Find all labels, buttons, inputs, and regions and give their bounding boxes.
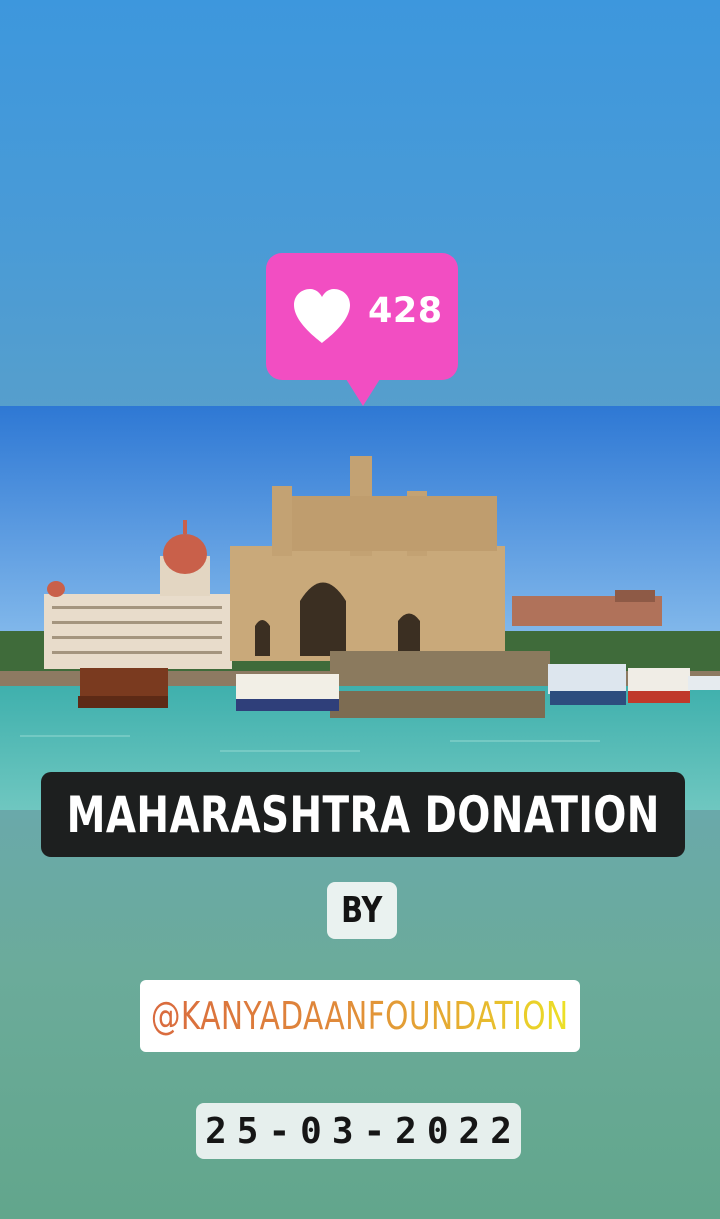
mention-sticker[interactable]: @KANYADAANFOUNDATION — [140, 980, 580, 1052]
title-text: MAHARASHTRA DONATION — [66, 785, 660, 844]
date-sticker[interactable]: 25-03-2022 — [196, 1103, 521, 1159]
title-sticker[interactable]: MAHARASHTRA DONATION — [41, 772, 685, 857]
like-count: 428 — [368, 291, 443, 331]
gateway-of-india-photo — [0, 406, 720, 810]
mention-handle: @KANYADAANFOUNDATION — [151, 994, 569, 1038]
like-sticker[interactable]: 428 — [266, 253, 458, 406]
heart-icon — [294, 289, 350, 343]
by-text: BY — [341, 890, 383, 931]
date-text: 25-03-2022 — [205, 1110, 522, 1152]
by-sticker[interactable]: BY — [327, 882, 397, 939]
story-canvas: 428 MAHARASHTRA DONATION BY @KANYADAANFO… — [0, 0, 720, 1219]
